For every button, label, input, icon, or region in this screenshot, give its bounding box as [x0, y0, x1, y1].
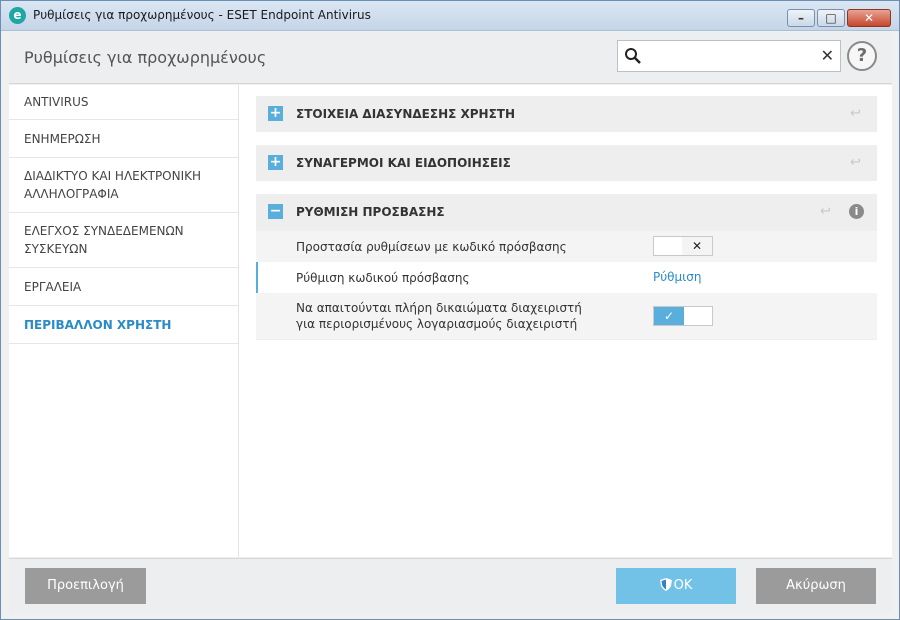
- section-title: ΡΥΘΜΙΣΗ ΠΡΟΣΒΑΣΗΣ: [296, 205, 445, 219]
- sidebar-item-label: ΕΝΗΜΕΡΩΣΗ: [24, 131, 101, 146]
- search-icon: [625, 48, 641, 64]
- help-button[interactable]: ?: [847, 41, 877, 71]
- minimize-icon: –: [798, 11, 804, 25]
- setting-row-password-protect: Προστασία ρυθμίσεων με κωδικό πρόσβασης …: [256, 231, 877, 262]
- admin-shield-icon: [659, 578, 672, 591]
- footer: Προεπιλογή OK Ακύρωση: [9, 558, 892, 613]
- main-area: ANTIVIRUS ΕΝΗΜΕΡΩΣΗ ΔΙΑΔΙΚΤΥΟ ΚΑΙ ΗΛΕΚΤΡ…: [9, 85, 892, 557]
- info-icon[interactable]: i: [849, 204, 864, 219]
- default-button-label: Προεπιλογή: [47, 578, 124, 593]
- section-header[interactable]: + ΣΥΝΑΓΕΡΜΟΙ ΚΑΙ ΕΙΔΟΠΟΙΗΣΕΙΣ ↩: [256, 145, 877, 181]
- setting-label: Να απαιτούνται πλήρη δικαιώματα διαχειρι…: [296, 301, 582, 331]
- row-focus-marker: [256, 262, 258, 293]
- set-password-link[interactable]: Ρύθμιση: [653, 270, 701, 284]
- cancel-button[interactable]: Ακύρωση: [756, 568, 876, 604]
- title-bar[interactable]: e Ρυθμίσεις για προχωρημένους - ESET End…: [1, 1, 899, 31]
- default-button[interactable]: Προεπιλογή: [25, 568, 146, 604]
- section-user-interface-elements: + ΣΤΟΙΧΕΙΑ ΔΙΑΣΥΝΔΕΣΗΣ ΧΡΗΣΤΗ ↩: [256, 96, 877, 132]
- ok-button-label: OK: [673, 578, 693, 593]
- sidebar-item-device-control[interactable]: ΕΛΕΓΧΟΣ ΣΥΝΔΕΔΕΜΕΝΩΝ ΣΥΣΚΕΥΩΝ: [9, 213, 239, 268]
- expand-icon[interactable]: +: [268, 106, 283, 121]
- settings-content: + ΣΤΟΙΧΕΙΑ ΔΙΑΣΥΝΔΕΣΗΣ ΧΡΗΣΤΗ ↩ + ΣΥΝΑΓΕ…: [256, 85, 877, 557]
- setting-label: Ρύθμιση κωδικού πρόσβασης: [296, 271, 470, 285]
- section-header[interactable]: − ΡΥΘΜΙΣΗ ΠΡΟΣΒΑΣΗΣ ↩ i: [256, 194, 877, 230]
- sidebar-item-label: ΕΡΓΑΛΕΙΑ: [24, 279, 82, 294]
- section-title: ΣΤΟΙΧΕΙΑ ΔΙΑΣΥΝΔΕΣΗΣ ΧΡΗΣΤΗ: [296, 107, 516, 121]
- require-admin-toggle[interactable]: ✓: [653, 306, 713, 326]
- section-access-setup: − ΡΥΘΜΙΣΗ ΠΡΟΣΒΑΣΗΣ ↩ i Προστασία ρυθμίσ…: [256, 194, 877, 340]
- expand-icon[interactable]: +: [268, 155, 283, 170]
- sidebar-item-web-and-email[interactable]: ΔΙΑΔΙΚΤΥΟ ΚΑΙ ΗΛΕΚΤΡΟΝΙΚΗ ΑΛΛΗΛΟΓΡΑΦΙΑ: [9, 158, 239, 213]
- setting-row-set-password: Ρύθμιση κωδικού πρόσβασης Ρύθμιση: [256, 262, 877, 293]
- setting-row-require-admin: Να απαιτούνται πλήρη δικαιώματα διαχειρι…: [256, 293, 877, 339]
- section-alerts-notifications: + ΣΥΝΑΓΕΡΜΟΙ ΚΑΙ ΕΙΔΟΠΟΙΗΣΕΙΣ ↩: [256, 145, 877, 181]
- toggle-on-icon: ✓: [654, 307, 684, 325]
- app-window: e Ρυθμίσεις για προχωρημένους - ESET End…: [0, 0, 900, 620]
- clear-search-icon[interactable]: ✕: [821, 46, 834, 65]
- ok-button[interactable]: OK: [616, 568, 736, 604]
- close-icon: ✕: [863, 11, 875, 25]
- close-window-button[interactable]: ✕: [847, 9, 891, 27]
- password-protect-toggle[interactable]: ✕: [653, 236, 713, 256]
- window-title: Ρυθμίσεις για προχωρημένους - ESET Endpo…: [33, 8, 371, 22]
- sidebar-item-user-interface[interactable]: ΠΕΡΙΒΑΛΛΟΝ ΧΡΗΣΤΗ: [9, 306, 239, 344]
- cancel-button-label: Ακύρωση: [786, 578, 846, 593]
- sidebar: ANTIVIRUS ΕΝΗΜΕΡΩΣΗ ΔΙΑΔΙΚΤΥΟ ΚΑΙ ΗΛΕΚΤΡ…: [9, 85, 239, 557]
- collapse-icon[interactable]: −: [268, 204, 283, 219]
- reset-icon[interactable]: ↩: [850, 107, 864, 121]
- sidebar-item-update[interactable]: ΕΝΗΜΕΡΩΣΗ: [9, 120, 239, 158]
- search-input[interactable]: [648, 45, 808, 67]
- setting-label: Προστασία ρυθμίσεων με κωδικό πρόσβασης: [296, 240, 567, 254]
- maximize-button[interactable]: □: [817, 9, 845, 27]
- reset-icon[interactable]: ↩: [850, 156, 864, 170]
- toggle-off-icon: ✕: [682, 237, 712, 255]
- section-title: ΣΥΝΑΓΕΡΜΟΙ ΚΑΙ ΕΙΔΟΠΟΙΗΣΕΙΣ: [296, 156, 511, 170]
- reset-icon[interactable]: ↩: [820, 205, 834, 219]
- maximize-icon: □: [825, 11, 837, 25]
- page-title: Ρυθμίσεις για προχωρημένους: [24, 48, 267, 67]
- minimize-button[interactable]: –: [787, 9, 815, 27]
- window-controls: – □ ✕: [787, 9, 891, 27]
- page-header: Ρυθμίσεις για προχωρημένους ✕ ?: [9, 32, 892, 84]
- sidebar-item-label: ANTIVIRUS: [24, 95, 89, 109]
- sidebar-item-label: ΠΕΡΙΒΑΛΛΟΝ ΧΡΗΣΤΗ: [24, 317, 172, 332]
- sidebar-item-tools[interactable]: ΕΡΓΑΛΕΙΑ: [9, 268, 239, 306]
- eset-logo-icon: e: [9, 7, 26, 24]
- sidebar-item-label: ΔΙΑΔΙΚΤΥΟ ΚΑΙ ΗΛΕΚΤΡΟΝΙΚΗ ΑΛΛΗΛΟΓΡΑΦΙΑ: [24, 169, 202, 201]
- sidebar-item-antivirus[interactable]: ANTIVIRUS: [9, 85, 239, 120]
- sidebar-item-label: ΕΛΕΓΧΟΣ ΣΥΝΔΕΔΕΜΕΝΩΝ ΣΥΣΚΕΥΩΝ: [24, 224, 184, 256]
- section-header[interactable]: + ΣΤΟΙΧΕΙΑ ΔΙΑΣΥΝΔΕΣΗΣ ΧΡΗΣΤΗ ↩: [256, 96, 877, 132]
- search-box[interactable]: ✕: [617, 40, 841, 72]
